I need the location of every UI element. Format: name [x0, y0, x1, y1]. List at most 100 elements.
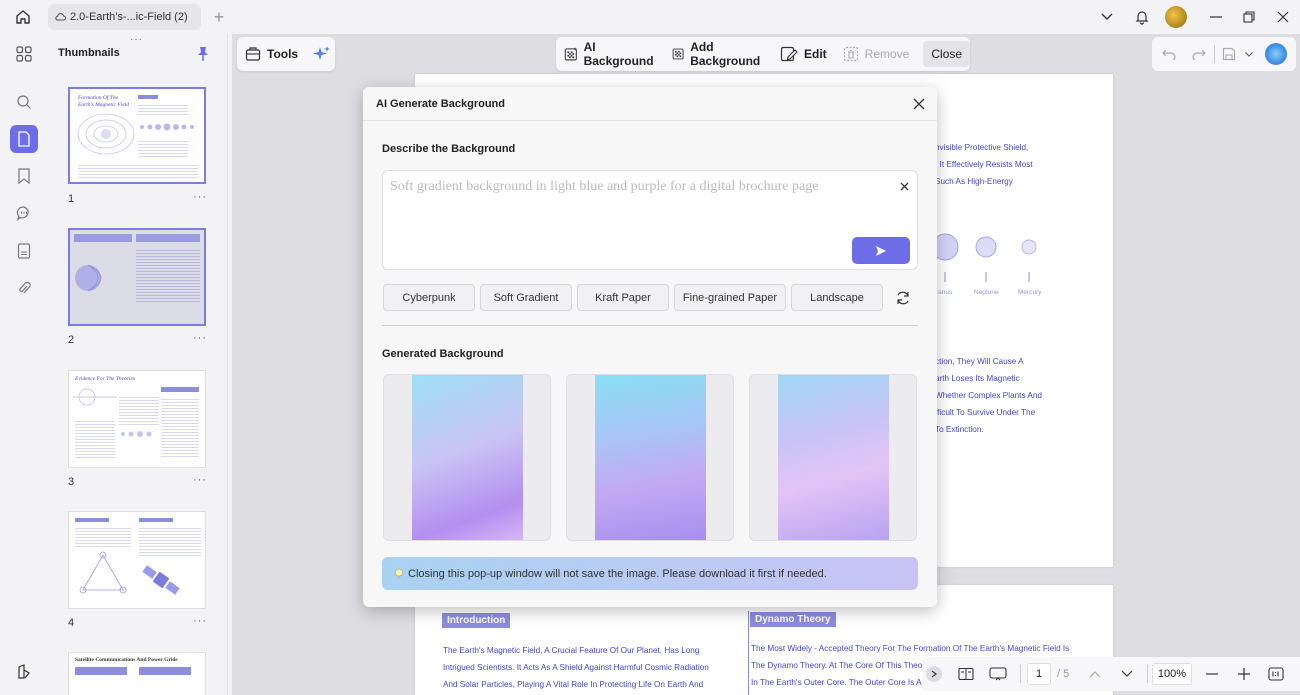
- reading-mode-icon[interactable]: [950, 661, 982, 687]
- panel-drag-handle[interactable]: ···: [130, 34, 143, 45]
- page-text-line: In The Earth's Outer Core. The Outer Cor…: [751, 678, 929, 687]
- thumb-2-earth: [75, 264, 102, 292]
- page-text-line: The Most Widely - Accepted Theory For Th…: [751, 644, 1070, 653]
- remove-button[interactable]: Remove: [835, 41, 918, 67]
- page-text-line: And Solar Particles, Playing A Vital Rol…: [443, 680, 704, 689]
- search-icon[interactable]: [10, 88, 38, 116]
- zoom-out-icon[interactable]: [1196, 661, 1228, 687]
- page-thumbnail-2[interactable]: [68, 228, 206, 326]
- page-text-line: To Extinction.: [935, 425, 984, 434]
- edit-button[interactable]: Edit: [772, 41, 835, 67]
- edit-icon: [780, 46, 798, 62]
- thumb-1-diagram: [77, 113, 135, 155]
- divider: [382, 325, 918, 326]
- total-pages: / 5: [1057, 668, 1070, 680]
- style-chip-cyberpunk[interactable]: Cyberpunk: [383, 284, 475, 311]
- thumb-decor: [161, 397, 199, 457]
- column-divider: [748, 611, 749, 695]
- close-toolbar-button[interactable]: Close: [923, 41, 971, 67]
- page-thumbnail-4[interactable]: [68, 511, 206, 609]
- ai-background-button[interactable]: AI Background: [556, 40, 664, 68]
- zoom-in-icon[interactable]: [1228, 661, 1260, 687]
- user-avatar[interactable]: [1165, 6, 1187, 28]
- thumb-more-icon[interactable]: ···: [193, 191, 207, 203]
- add-background-button[interactable]: Add Background: [664, 40, 772, 68]
- presentation-icon[interactable]: [982, 661, 1014, 687]
- page-thumbnail-5[interactable]: Satellite Communications And Power Grids: [68, 652, 206, 695]
- thumb-page-number: 1: [68, 193, 75, 205]
- home-icon[interactable]: [12, 7, 34, 27]
- thumb-more-icon[interactable]: ···: [193, 332, 207, 344]
- style-chip-landscape[interactable]: Landscape: [791, 284, 883, 311]
- tools-group: Tools: [237, 37, 335, 71]
- tools-button[interactable]: Tools: [237, 41, 306, 67]
- background-toolbar: AI Background Add Background Edit Remove…: [556, 37, 971, 71]
- thumb-decor: [75, 518, 109, 522]
- page-thumbnail-3[interactable]: Evidence For The Theories: [68, 370, 206, 468]
- page-text-line: The Earth's Magnetic Field, A Crucial Fe…: [443, 646, 700, 655]
- previous-page-icon[interactable]: [1079, 661, 1111, 687]
- comment-icon[interactable]: [10, 199, 38, 227]
- thumb-decor: [78, 163, 198, 179]
- page-text-line: Whether Complex Plants And: [935, 391, 1042, 400]
- close-dialog-icon[interactable]: [911, 96, 927, 112]
- toolbox-icon: [245, 47, 261, 61]
- zoom-level-input[interactable]: 100%: [1152, 663, 1192, 685]
- bookmark-icon[interactable]: [10, 162, 38, 190]
- describe-box: [382, 170, 918, 270]
- ai-sparkle-button[interactable]: [306, 41, 338, 67]
- ai-assistant-icon[interactable]: [1265, 43, 1287, 65]
- thumb-decor: [138, 139, 188, 159]
- thumb-more-icon[interactable]: ···: [193, 474, 207, 486]
- generated-background-1[interactable]: [383, 374, 551, 541]
- refresh-styles-icon[interactable]: [894, 289, 912, 307]
- page-text-line: Such As High-Energy: [935, 177, 1013, 186]
- generated-background-3[interactable]: [749, 374, 917, 541]
- palette-icon[interactable]: [10, 658, 38, 686]
- thumb-5-heading: Satellite Communications And Power Grids: [75, 657, 178, 663]
- bell-icon[interactable]: [1132, 7, 1152, 27]
- lightbulb-icon: [395, 568, 403, 578]
- thumb-decor: [75, 419, 115, 459]
- style-chip-soft-gradient[interactable]: Soft Gradient: [480, 284, 572, 311]
- thumbnails-page-icon[interactable]: [10, 125, 38, 153]
- notice-text: Closing this pop-up window will not save…: [408, 567, 827, 580]
- title-bar: 2.0-Earth's-...ic-Field (2) +: [0, 0, 1300, 34]
- save-options-chevron-icon[interactable]: [1243, 41, 1255, 67]
- describe-label: Describe the Background: [382, 143, 516, 155]
- current-page-input[interactable]: 1: [1027, 663, 1051, 685]
- thumb-page-number: 4: [68, 617, 75, 629]
- page-text-line: fficult To Survive Under The: [935, 408, 1036, 417]
- save-icon[interactable]: [1215, 41, 1243, 67]
- form-field-icon[interactable]: [10, 237, 38, 265]
- document-tab[interactable]: 2.0-Earth's-...ic-Field (2): [48, 4, 201, 30]
- restore-icon[interactable]: [1240, 8, 1258, 26]
- send-icon: [876, 245, 886, 256]
- minimize-icon[interactable]: [1207, 8, 1225, 26]
- chevron-down-icon[interactable]: [1098, 8, 1116, 26]
- thumbnails-panel: ··· Thumbnails Formation Of The Earth's …: [48, 34, 228, 695]
- describe-input[interactable]: [390, 179, 890, 219]
- undo-icon[interactable]: [1154, 41, 1184, 67]
- page-text-line: The Dynamo Theory. At The Core Of This T…: [751, 661, 925, 670]
- collapse-arrow-icon[interactable]: [926, 666, 942, 682]
- page-navigation-bar: 1 / 5 100%: [922, 657, 1300, 691]
- attachment-icon[interactable]: [10, 274, 38, 302]
- page-thumbnail-1[interactable]: Formation Of The Earth's Magnetic Field: [68, 87, 206, 184]
- thumb-1-heading: Formation Of The Earth's Magnetic Field: [78, 95, 129, 108]
- thumb-decor: [75, 526, 131, 548]
- thumb-more-icon[interactable]: ···: [193, 615, 207, 627]
- clear-input-icon[interactable]: [897, 179, 911, 193]
- generate-send-button[interactable]: [852, 237, 910, 264]
- pin-icon[interactable]: [197, 46, 209, 62]
- next-page-icon[interactable]: [1111, 661, 1143, 687]
- generated-background-2[interactable]: [566, 374, 734, 541]
- style-chip-fine-grained-paper[interactable]: Fine-grained Paper: [674, 284, 786, 311]
- actual-size-icon[interactable]: [1260, 661, 1292, 687]
- page-text-line: Intrigued Scientists. It Acts As A Shiel…: [443, 663, 709, 672]
- new-tab-plus-icon[interactable]: +: [210, 7, 228, 27]
- close-window-icon[interactable]: [1274, 8, 1292, 26]
- redo-icon[interactable]: [1184, 41, 1214, 67]
- style-chip-kraft-paper[interactable]: Kraft Paper: [577, 284, 669, 311]
- grid-view-icon[interactable]: [10, 40, 38, 68]
